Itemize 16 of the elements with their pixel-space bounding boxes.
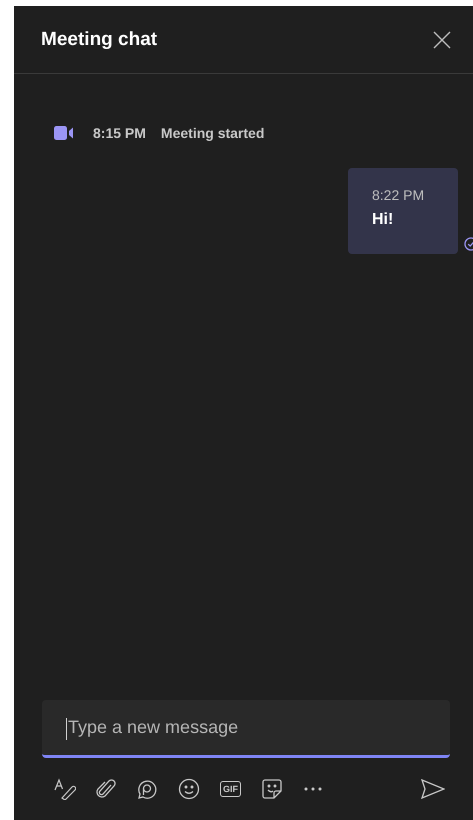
panel-title: Meeting chat bbox=[41, 28, 158, 50]
send-icon[interactable] bbox=[421, 779, 445, 799]
event-text: Meeting started bbox=[160, 125, 264, 141]
event-time: 8:15 PM bbox=[93, 125, 146, 141]
loop-icon[interactable] bbox=[136, 778, 158, 800]
more-icon[interactable] bbox=[303, 787, 323, 791]
gif-button[interactable]: GIF bbox=[220, 781, 241, 797]
message-input[interactable]: Type a new message bbox=[42, 700, 450, 758]
close-icon[interactable] bbox=[433, 30, 451, 48]
sticker-icon[interactable] bbox=[261, 778, 283, 800]
message-time: 8:22 PM bbox=[372, 187, 426, 203]
format-icon[interactable] bbox=[54, 778, 76, 800]
paperclip-icon[interactable] bbox=[96, 778, 116, 800]
video-camera-icon bbox=[54, 126, 74, 140]
emoji-icon[interactable] bbox=[178, 778, 200, 800]
message-text: Hi! bbox=[372, 211, 394, 229]
